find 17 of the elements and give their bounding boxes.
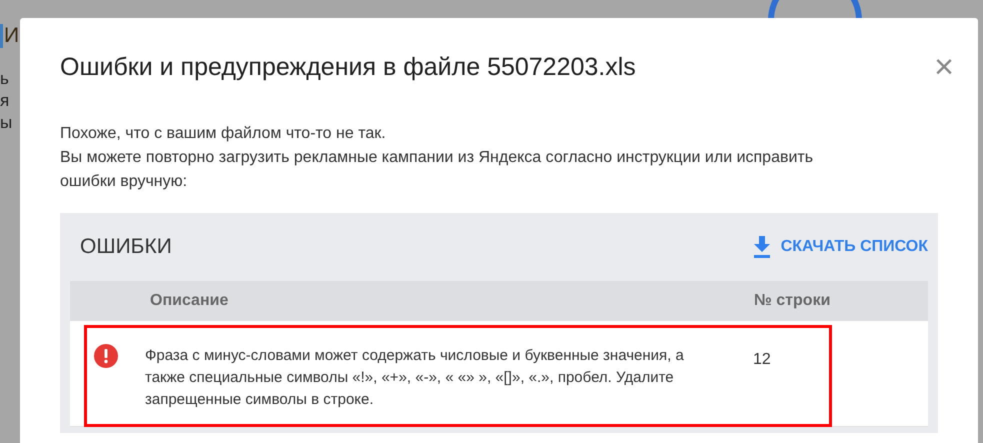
intro-text: Похоже, что с вашим файлом что-то не так. [60,124,387,144]
download-button[interactable]: СКАЧАТЬ СПИСОК [752,236,928,258]
table-cell-text: 12 [752,350,771,370]
page-text: я [0,90,10,112]
error-icon [94,344,118,368]
intro-text: Вы можете повторно загрузить рекламные кампании из Яндекса согласно инструкции или исправить ошибки вручную: [60,148,814,192]
download-icon [752,236,771,258]
column-header: № строки [754,292,830,310]
column-header: Описание [150,292,230,310]
page-title: И [4,24,20,48]
dialog-title: Ошибки и предупреждения в файле 55072203.xls [60,52,636,82]
page-text: ь [0,68,9,90]
close-button[interactable]: × [930,50,958,84]
page-text: ы [0,112,12,134]
title-marker [0,24,3,48]
table-cell-text: Фраза с минус-словами может содержать числовые и буквенные значения, а также специальные символы «!», «+», «-», « «» », «[]», «.», пробел. Удалите запрещенные символы в строке. [145,346,685,410]
panel-title: ОШИБКИ [80,235,172,259]
